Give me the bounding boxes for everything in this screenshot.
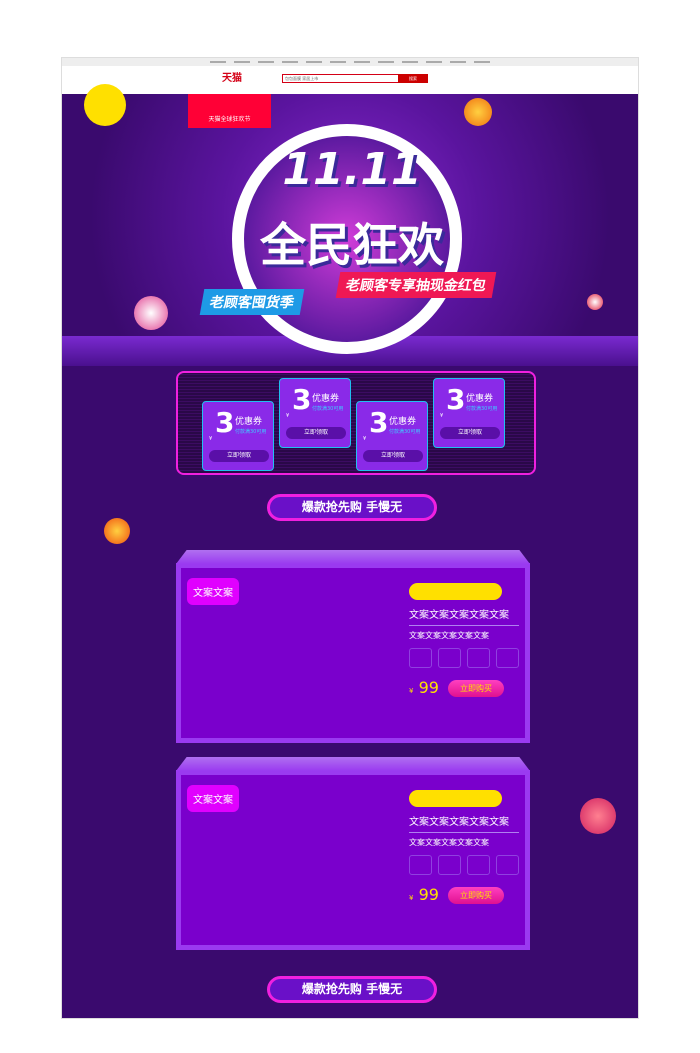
currency-symbol: ¥	[409, 687, 414, 695]
highlight-bar	[409, 583, 502, 600]
coupon-currency: ¥	[209, 436, 213, 442]
coupon-label: 优惠券	[389, 417, 417, 427]
coupon-condition: 付款满30可用	[312, 406, 344, 412]
banner-title-date: 11.11	[282, 144, 422, 195]
banner-title: 全民狂欢	[260, 218, 444, 272]
coupon-currency: ¥	[363, 436, 367, 442]
coupon-condition: 付款满30可用	[389, 429, 421, 435]
decor-ball	[134, 296, 168, 330]
banner-subtitle-right: 老顾客专享抽现金红包	[335, 272, 497, 298]
product-price: ¥ 99	[409, 885, 439, 904]
decor-ball	[84, 84, 126, 126]
coupon-card[interactable]: ¥3 优惠券付款满30可用立即领取	[202, 401, 274, 471]
hero-banner: 天猫全球狂欢节 11.11 全民狂欢 老顾客专享抽现金红包 老顾客囤货季	[62, 84, 638, 366]
top-nav-bar	[62, 58, 638, 66]
highlight-bar	[409, 790, 502, 807]
price-value: 99	[418, 885, 439, 904]
coupon-condition: 付款满30可用	[235, 429, 267, 435]
coupon-value: 3	[369, 406, 389, 439]
coupon-label: 优惠券	[312, 394, 340, 404]
product-desc: 文案文案文案文案文案	[409, 631, 489, 640]
coupon-condition: 付款满30可用	[466, 406, 498, 412]
banner-subtitle-left: 老顾客囤货季	[199, 289, 305, 315]
claim-coupon-button[interactable]: 立即领取	[209, 450, 269, 462]
product-desc: 文案文案文案文案文案	[409, 838, 489, 847]
claim-coupon-button[interactable]: 立即领取	[286, 427, 346, 439]
section-title: 爆款抢先购 手慢无	[267, 976, 437, 1003]
product-title: 文案文案文案文案文案	[409, 813, 519, 833]
thumbnail-slots	[409, 855, 519, 875]
coupon-currency: ¥	[440, 413, 444, 419]
product-tag: 文案文案	[187, 785, 239, 812]
double11-tag: 天猫全球狂欢节	[188, 94, 271, 128]
product-card[interactable]: 文案文案 文案文案文案文案文案 文案文案文案文案文案 ¥ 99 立即购买	[176, 757, 530, 950]
coupon-label: 优惠券	[235, 417, 263, 427]
buy-now-button[interactable]: 立即购买	[448, 887, 504, 904]
decor-ball	[587, 294, 603, 310]
card-top-bevel	[176, 757, 530, 771]
product-price: ¥ 99	[409, 678, 439, 697]
coupon-value: 3	[446, 383, 466, 416]
buy-now-button[interactable]: 立即购买	[448, 680, 504, 697]
decor-ball	[464, 98, 492, 126]
claim-coupon-button[interactable]: 立即领取	[440, 427, 500, 439]
product-tag: 文案文案	[187, 578, 239, 605]
coupon-value: 3	[292, 383, 312, 416]
price-value: 99	[418, 678, 439, 697]
coupon-label: 优惠券	[466, 394, 494, 404]
coupon-card[interactable]: ¥3 优惠券付款满30可用立即领取	[356, 401, 428, 471]
coupon-card[interactable]: ¥3 优惠券付款满30可用立即领取	[433, 378, 505, 448]
coupon-value: 3	[215, 406, 235, 439]
decor-ball	[104, 518, 130, 544]
page-frame: 天猫 包包面膜 家居上市 搜索 天猫全球狂欢节 11.11 全民狂欢 老顾客专享…	[61, 57, 639, 1019]
coupon-panel: ¥3 优惠券 付款满30可用 立即领取 ¥3 优惠券 付款满30可用 立即领取 ¥3 优惠券付…	[176, 371, 536, 475]
tmall-logo[interactable]: 天猫	[222, 69, 242, 84]
thumbnail-slots	[409, 648, 519, 668]
coupon-card[interactable]: ¥3 优惠券付款满30可用立即领取	[279, 378, 351, 448]
product-card[interactable]: 文案文案 文案文案文案文案文案 文案文案文案文案文案 ¥ 99 立即购买	[176, 550, 530, 743]
coupon-currency: ¥	[286, 413, 290, 419]
claim-coupon-button[interactable]: 立即领取	[363, 450, 423, 462]
section-title: 爆款抢先购 手慢无	[267, 494, 437, 521]
store-header: 天猫 包包面膜 家居上市 搜索	[62, 66, 638, 94]
search-button[interactable]: 搜索	[398, 74, 428, 83]
card-top-bevel	[176, 550, 530, 564]
decor-ball	[580, 798, 616, 834]
product-title: 文案文案文案文案文案	[409, 606, 519, 626]
currency-symbol: ¥	[409, 894, 414, 902]
